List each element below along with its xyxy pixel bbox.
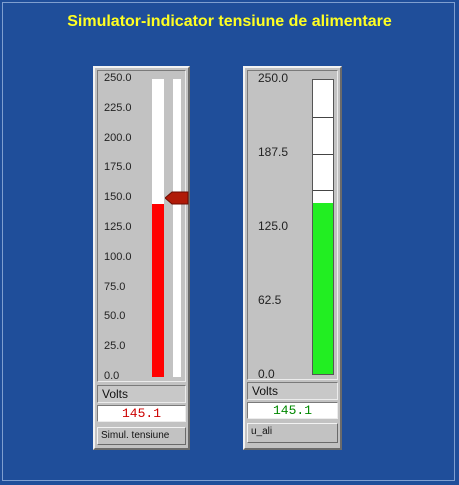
right-meter-scale: 250.0 187.5 125.0 62.5 0.0	[247, 70, 338, 380]
right-meter-bar-fill	[313, 203, 333, 374]
right-segment-line	[313, 153, 333, 155]
slider-pointer-icon[interactable]	[165, 191, 189, 205]
left-meter-panel: 250.0 225.0 200.0 175.0 150.0 125.0 100.0 75.0 5…	[93, 66, 190, 450]
left-tick-label: 175.0	[104, 161, 132, 174]
right-meter-units: Volts	[247, 382, 338, 400]
left-tick-label: 150.0	[104, 191, 132, 204]
left-meter-scale: 250.0 225.0 200.0 175.0 150.0 125.0 100.0 75.0 5…	[97, 70, 189, 382]
right-segment-line	[313, 190, 333, 192]
left-meter-bar-track	[152, 79, 164, 377]
window-frame	[2, 2, 455, 481]
left-tick-label: 50.0	[104, 310, 126, 323]
right-meter-bar-track	[312, 79, 334, 375]
left-meter-name[interactable]: Simul. tensiune	[97, 427, 186, 445]
left-tick-label: 75.0	[104, 280, 126, 293]
left-tick-label: 25.0	[104, 340, 126, 353]
left-tick-label: 250.0	[104, 72, 132, 84]
right-tick-label: 0.0	[258, 367, 275, 381]
right-tick-label: 125.0	[258, 219, 289, 233]
left-tick-label: 0.0	[104, 370, 120, 382]
left-meter-bar-fill	[152, 204, 164, 377]
left-tick-label: 100.0	[104, 250, 132, 263]
right-meter-name[interactable]: u_ali	[247, 423, 338, 443]
right-meter-value: 145.1	[247, 402, 338, 419]
right-tick-label: 250.0	[258, 71, 289, 85]
right-meter-panel: 250.0 187.5 125.0 62.5 0.0 Volts 145.1 u_ali	[243, 66, 342, 450]
page-title: Simulator-indicator tensiune de alimenta…	[67, 13, 392, 30]
left-tick-label: 125.0	[104, 221, 132, 233]
left-tick-label: 200.0	[104, 131, 132, 144]
right-segment-line	[313, 116, 333, 118]
right-tick-label: 187.5	[258, 145, 289, 159]
right-tick-label: 62.5	[258, 293, 282, 307]
left-meter-units: Volts	[97, 385, 186, 403]
left-slider-track	[173, 79, 181, 377]
left-meter-value: 145.1	[97, 405, 186, 422]
left-tick-label: 225.0	[104, 101, 132, 114]
